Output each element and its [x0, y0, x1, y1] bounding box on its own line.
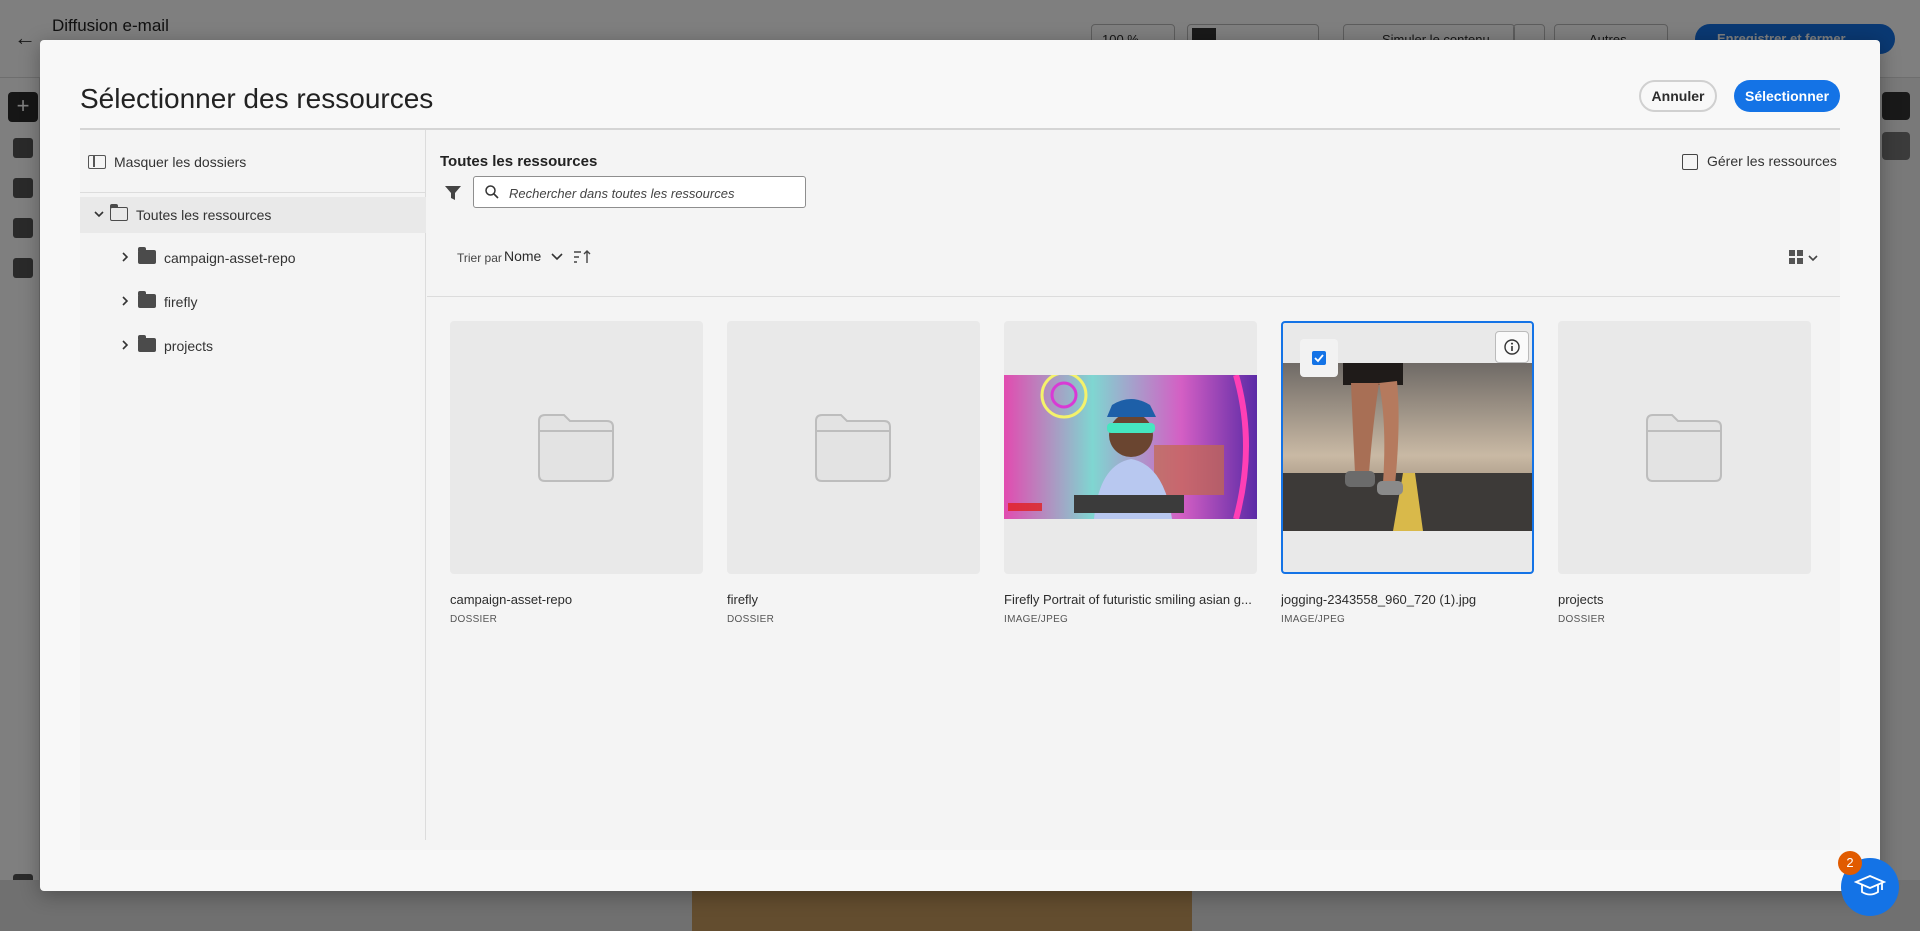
- tree-item-label: campaign-asset-repo: [164, 250, 296, 266]
- filter-icon[interactable]: [444, 184, 462, 202]
- tree-item-all-resources[interactable]: Toutes les ressources: [80, 197, 426, 233]
- select-assets-dialog: Sélectionner des ressources Annuler Séle…: [40, 40, 1880, 891]
- folder-icon: [138, 247, 156, 264]
- folder-tree-panel: Masquer les dossiers Toutes les ressourc…: [80, 130, 426, 840]
- external-link-icon: [1682, 154, 1698, 170]
- portrait-image: [1004, 375, 1257, 519]
- asset-type: IMAGE/JPEG: [1281, 614, 1346, 625]
- folder-icon: [138, 335, 156, 352]
- info-icon: [1504, 339, 1520, 355]
- folder-open-icon: [110, 204, 128, 221]
- chevron-right-icon[interactable]: [120, 340, 130, 350]
- tree-item-firefly[interactable]: firefly: [80, 284, 426, 320]
- asset-thumbnail: [450, 321, 703, 574]
- asset-type: DOSSIER: [450, 614, 498, 625]
- sort-direction-icon[interactable]: [572, 247, 594, 267]
- dialog-title: Sélectionner des ressources: [80, 83, 434, 114]
- folder-icon: [538, 414, 614, 482]
- select-button[interactable]: Sélectionner: [1734, 80, 1840, 112]
- info-button[interactable]: [1495, 331, 1529, 363]
- search-input[interactable]: [509, 183, 799, 203]
- assets-panel: Toutes les ressources Gérer les ressourc…: [427, 130, 1840, 850]
- asset-name: jogging-2343558_960_720 (1).jpg: [1281, 592, 1477, 607]
- selection-checkbox[interactable]: [1300, 339, 1338, 377]
- dialog-body: Masquer les dossiers Toutes les ressourc…: [80, 130, 1840, 850]
- divider: [80, 192, 426, 193]
- sort-by-label: Trier par: [457, 251, 502, 265]
- panel-toggle-icon: [88, 155, 106, 169]
- grid-view-icon[interactable]: [1787, 247, 1823, 269]
- notification-badge: 2: [1838, 851, 1862, 875]
- hide-folders-label: Masquer les dossiers: [114, 154, 247, 170]
- cancel-button[interactable]: Annuler: [1639, 80, 1717, 112]
- chevron-right-icon[interactable]: [120, 252, 130, 262]
- search-field[interactable]: [473, 176, 806, 208]
- divider: [427, 296, 1840, 297]
- asset-type: IMAGE/JPEG: [1004, 614, 1069, 625]
- asset-name: Firefly Portrait of futuristic smiling a…: [1004, 592, 1252, 607]
- asset-name: projects: [1558, 592, 1604, 607]
- jogging-image: [1283, 363, 1532, 531]
- checkmark-icon: [1312, 351, 1326, 365]
- manage-resources-label: Gérer les ressources: [1707, 153, 1837, 169]
- tree-item-label: firefly: [164, 294, 198, 310]
- graduation-cap-icon: [1854, 875, 1886, 896]
- chevron-down-icon: [551, 253, 563, 261]
- asset-name: firefly: [727, 592, 759, 607]
- folder-icon: [815, 414, 891, 482]
- tree-item-label: Toutes les ressources: [136, 207, 272, 223]
- search-icon: [485, 185, 499, 199]
- folder-icon: [138, 291, 156, 308]
- asset-thumbnail: [1004, 321, 1257, 574]
- asset-thumbnail: [727, 321, 980, 574]
- tree-item-label: projects: [164, 338, 214, 354]
- asset-name: campaign-asset-repo: [450, 592, 573, 607]
- asset-thumbnail: [1281, 321, 1534, 574]
- current-folder-title: Toutes les ressources: [440, 153, 598, 170]
- asset-type: DOSSIER: [727, 614, 775, 625]
- tree-item-campaign-asset-repo[interactable]: campaign-asset-repo: [80, 240, 426, 276]
- folder-icon: [1646, 414, 1722, 482]
- chevron-down-icon[interactable]: [94, 209, 104, 219]
- tree-item-projects[interactable]: projects: [80, 328, 426, 364]
- sort-value: Nome: [504, 248, 542, 264]
- asset-type: DOSSIER: [1558, 614, 1606, 625]
- sort-select[interactable]: Nome: [504, 248, 563, 264]
- chevron-right-icon[interactable]: [120, 296, 130, 306]
- asset-thumbnail: [1558, 321, 1811, 574]
